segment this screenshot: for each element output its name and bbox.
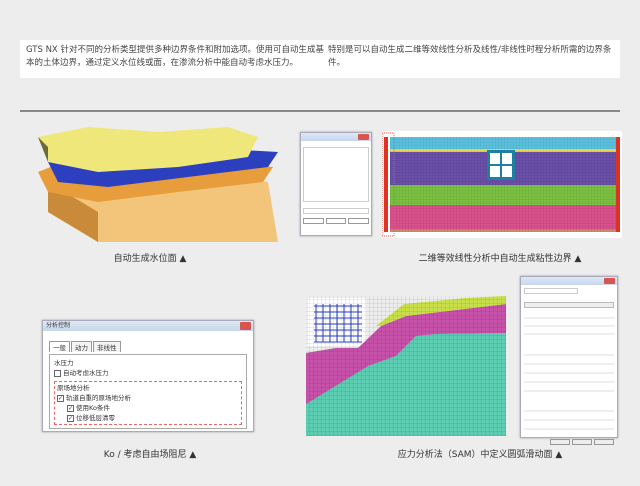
intro-text-box: GTS NX 针对不同的分析类型提供多种边界条件和附加选项。使用可自动生成基本的… bbox=[20, 40, 620, 78]
insitu-label: 轨道自重的原场地分析 bbox=[66, 394, 131, 402]
tab-general[interactable]: 一般 bbox=[49, 341, 70, 352]
analysis-control-dialog: 分析控制 一般 动力 非线性 水压力 自动考虑水压力 原场地分析 ✓ 轨道自重的原场地… bbox=[42, 320, 254, 432]
insitu-checkbox[interactable]: ✓ bbox=[57, 394, 64, 402]
ok-button[interactable] bbox=[303, 218, 324, 224]
zero-disp-label: 位移低层清零 bbox=[76, 414, 115, 422]
auto-water-label: 自动考虑水压力 bbox=[63, 369, 109, 377]
dialog-title: 分析控制 bbox=[46, 322, 71, 329]
divider bbox=[20, 110, 620, 112]
caption-water: 自动生成水位面 ▲ bbox=[113, 254, 187, 264]
apply-button[interactable] bbox=[348, 218, 370, 224]
ko-checkbox[interactable]: ✓ bbox=[67, 404, 74, 412]
group-insitu: 原场地分析 bbox=[57, 384, 90, 392]
zero-disp-checkbox[interactable]: ✓ bbox=[67, 414, 74, 422]
group-water-pressure: 水压力 bbox=[54, 359, 74, 367]
caption-sam: 应力分析法（SAM）中定义圆弧滑动面 ▲ bbox=[397, 450, 563, 460]
boundary-dialog bbox=[300, 132, 372, 236]
close-icon[interactable] bbox=[240, 322, 251, 330]
water-surface-3d-image bbox=[38, 127, 278, 242]
tab-dynamic[interactable]: 动力 bbox=[71, 341, 92, 352]
slope-mesh-image bbox=[306, 296, 506, 436]
cancel-button[interactable] bbox=[325, 218, 347, 224]
caption-ko: Ko / 考虑自由场阻尼 ▲ bbox=[103, 450, 197, 460]
intro-right: 特别是可以自动生成二维等效线性分析及线性/非线性时程分析所需的边界条件。 bbox=[328, 45, 612, 68]
viscous-boundary-mesh bbox=[381, 131, 622, 238]
auto-water-checkbox[interactable] bbox=[54, 369, 61, 377]
intro-left: GTS NX 针对不同的分析类型提供多种边界条件和附加选项。使用可自动生成基本的… bbox=[26, 45, 324, 68]
slip-surface-dialog bbox=[520, 276, 618, 445]
caption-viscous: 二维等效线性分析中自动生成粘性边界 ▲ bbox=[418, 254, 582, 264]
ko-label: 使用Ko条件 bbox=[76, 404, 110, 412]
tab-nonlinear[interactable]: 非线性 bbox=[93, 341, 121, 352]
